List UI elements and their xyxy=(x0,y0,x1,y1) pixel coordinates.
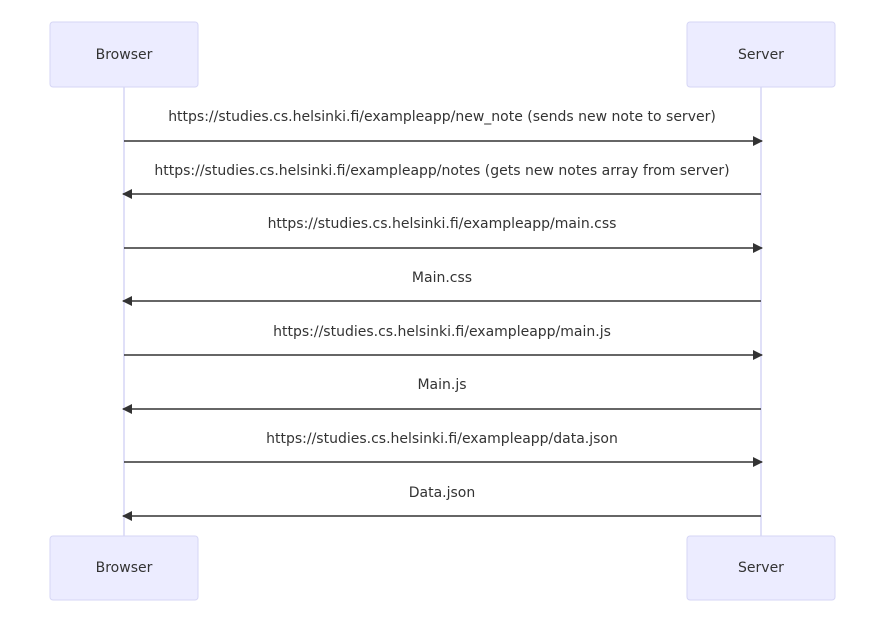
actor-browser-bottom: Browser xyxy=(49,535,199,601)
message-4: Main.css xyxy=(122,270,761,306)
message-7-label: https://studies.cs.helsinki.fi/exampleap… xyxy=(266,431,618,447)
actor-browser-bottom-label: Browser xyxy=(96,560,153,576)
message-5-label: https://studies.cs.helsinki.fi/exampleap… xyxy=(273,324,611,340)
actor-server-top: Server xyxy=(686,21,836,88)
message-2-label: https://studies.cs.helsinki.fi/exampleap… xyxy=(154,163,729,179)
message-1-label: https://studies.cs.helsinki.fi/exampleap… xyxy=(168,109,716,125)
message-8-label: Data.json xyxy=(409,485,476,501)
message-6-label: Main.js xyxy=(417,377,466,393)
message-1: https://studies.cs.helsinki.fi/exampleap… xyxy=(124,109,763,146)
message-8: Data.json xyxy=(122,485,761,521)
sequence-diagram: Browser Server Browser Server https://st… xyxy=(49,21,836,601)
message-3-label: https://studies.cs.helsinki.fi/exampleap… xyxy=(268,216,617,232)
message-7: https://studies.cs.helsinki.fi/exampleap… xyxy=(124,431,763,467)
message-6: Main.js xyxy=(122,377,761,414)
actor-server-bottom: Server xyxy=(686,535,836,601)
actor-server-top-label: Server xyxy=(738,47,784,63)
message-3: https://studies.cs.helsinki.fi/exampleap… xyxy=(124,216,763,253)
actor-server-bottom-label: Server xyxy=(738,560,784,576)
actor-browser-top: Browser xyxy=(49,21,199,88)
message-5: https://studies.cs.helsinki.fi/exampleap… xyxy=(124,324,763,360)
message-4-label: Main.css xyxy=(412,270,472,286)
message-2: https://studies.cs.helsinki.fi/exampleap… xyxy=(122,163,761,199)
actor-browser-top-label: Browser xyxy=(96,47,153,63)
